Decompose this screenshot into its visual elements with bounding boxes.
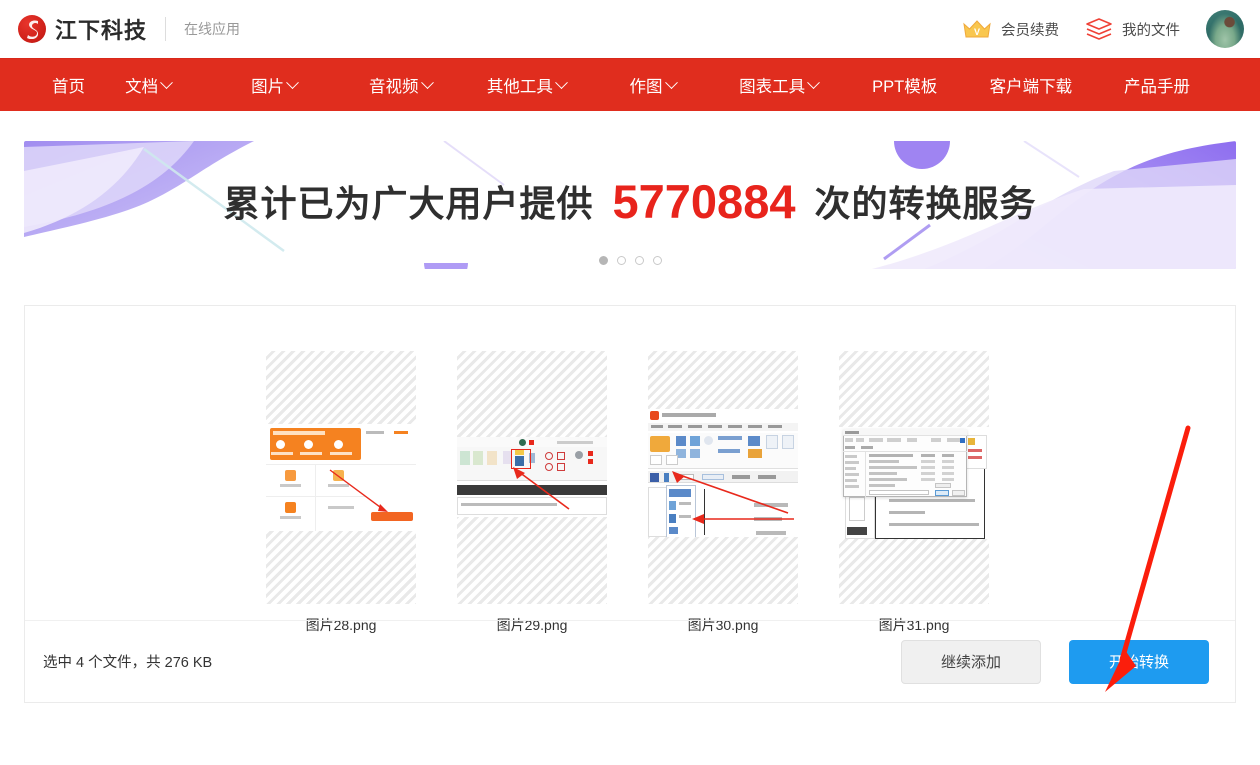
- banner-text-after: 次的转换服务: [814, 183, 1037, 225]
- nav-item-label: 音视频: [369, 78, 419, 96]
- nav-item-label: 图表工具: [739, 78, 806, 96]
- svg-text:V: V: [974, 27, 980, 37]
- site-header: 江下科技 在线应用 V 会员续费 我的文件: [0, 0, 1260, 58]
- chevron-down-icon: [555, 75, 568, 89]
- banner-section: 累计已为广大用户提供 5770884 次的转换服务: [0, 111, 1260, 269]
- layers-icon: [1086, 18, 1112, 40]
- carousel-dot-2[interactable]: [616, 256, 626, 265]
- footer-buttons: 继续添加 开始转换: [901, 639, 1209, 684]
- chevron-down-icon: [160, 75, 173, 89]
- nav-item-label: 文档: [125, 78, 159, 96]
- carousel-dot-3[interactable]: [634, 256, 644, 265]
- nav-item-label: PPT模板: [872, 78, 938, 96]
- nav-item-label: 首页: [52, 78, 85, 96]
- vip-renew-button[interactable]: V 会员续费: [962, 18, 1059, 40]
- start-convert-button[interactable]: 开始转换: [1069, 639, 1209, 684]
- banner-headline: 累计已为广大用户提供 5770884 次的转换服务: [24, 174, 1236, 229]
- nav-item-4[interactable]: 音视频: [337, 73, 463, 97]
- chevron-down-icon: [664, 75, 678, 89]
- conversion-count: 5770884: [612, 175, 796, 229]
- nav-item-10[interactable]: 产品手册: [1094, 73, 1220, 97]
- brand-logo[interactable]: 江下科技: [18, 13, 147, 45]
- header-actions: V 会员续费 我的文件: [962, 10, 1244, 48]
- brand-name: 江下科技: [55, 18, 148, 43]
- nav-item-3[interactable]: 图片: [211, 73, 337, 97]
- nav-item-6[interactable]: 作图: [589, 73, 715, 97]
- nav-item-label: 其他工具: [486, 78, 553, 96]
- nav-item-7[interactable]: 图表工具: [716, 73, 842, 97]
- nav-item-9[interactable]: 客户端下载: [968, 73, 1094, 97]
- continue-add-button[interactable]: 继续添加: [901, 639, 1041, 684]
- file-thumbnail-item[interactable]: 图片31.png: [839, 351, 989, 635]
- nav-item-label: 客户端下载: [989, 78, 1073, 96]
- file-thumbnail-preview[interactable]: [648, 351, 798, 604]
- sub-brand-label: 在线应用: [184, 21, 241, 37]
- jiangxia-logo-icon: [18, 15, 46, 43]
- nav-item-2[interactable]: 文档: [85, 73, 211, 97]
- file-thumbnail-item[interactable]: 图片28.png: [266, 351, 416, 635]
- file-thumbnail-preview[interactable]: [457, 351, 607, 604]
- file-thumbnail-item[interactable]: 图片29.png: [457, 351, 607, 635]
- carousel-dot-4[interactable]: [652, 256, 662, 265]
- crown-icon: V: [963, 20, 991, 38]
- file-thumbnail-preview[interactable]: [266, 351, 416, 604]
- nav-item-1[interactable]: 首页: [52, 73, 85, 97]
- avatar[interactable]: [1206, 10, 1244, 48]
- file-thumbnail-list: 图片28.png 图片29.png 图片30.png 图片31.png: [25, 306, 1235, 635]
- vip-renew-label: 会员续费: [1001, 22, 1059, 39]
- card-footer: 选中 4 个文件，共 276 KB 继续添加 开始转换: [25, 621, 1235, 702]
- nav-item-label: 产品手册: [1123, 78, 1190, 96]
- carousel-dot-1[interactable]: [598, 256, 608, 265]
- my-files-button[interactable]: 我的文件: [1085, 17, 1180, 41]
- file-list-card: 图片28.png 图片29.png 图片30.png 图片31.png 选中 4…: [24, 305, 1236, 703]
- my-files-label: 我的文件: [1122, 22, 1180, 39]
- chevron-down-icon: [420, 75, 434, 89]
- nav-item-5[interactable]: 其他工具: [463, 73, 589, 97]
- chevron-down-icon: [286, 75, 300, 89]
- banner-text-before: 累计已为广大用户提供: [223, 183, 594, 225]
- file-thumbnail-item[interactable]: 图片30.png: [648, 351, 798, 635]
- main-navigation: 首页 文档 图片 音视频 其他工具 作图 图表工具 PPT模板 客户端下载 产品手册: [0, 58, 1260, 111]
- header-divider: [165, 17, 167, 41]
- selection-summary: 选中 4 个文件，共 276 KB: [43, 655, 213, 671]
- nav-item-label: 作图: [629, 78, 663, 96]
- chevron-down-icon: [807, 75, 820, 89]
- carousel-dots: [24, 256, 1236, 265]
- nav-item-8[interactable]: PPT模板: [842, 73, 968, 97]
- nav-item-label: 图片: [251, 78, 285, 96]
- file-thumbnail-preview[interactable]: [839, 351, 989, 604]
- promo-banner[interactable]: 累计已为广大用户提供 5770884 次的转换服务: [24, 141, 1236, 269]
